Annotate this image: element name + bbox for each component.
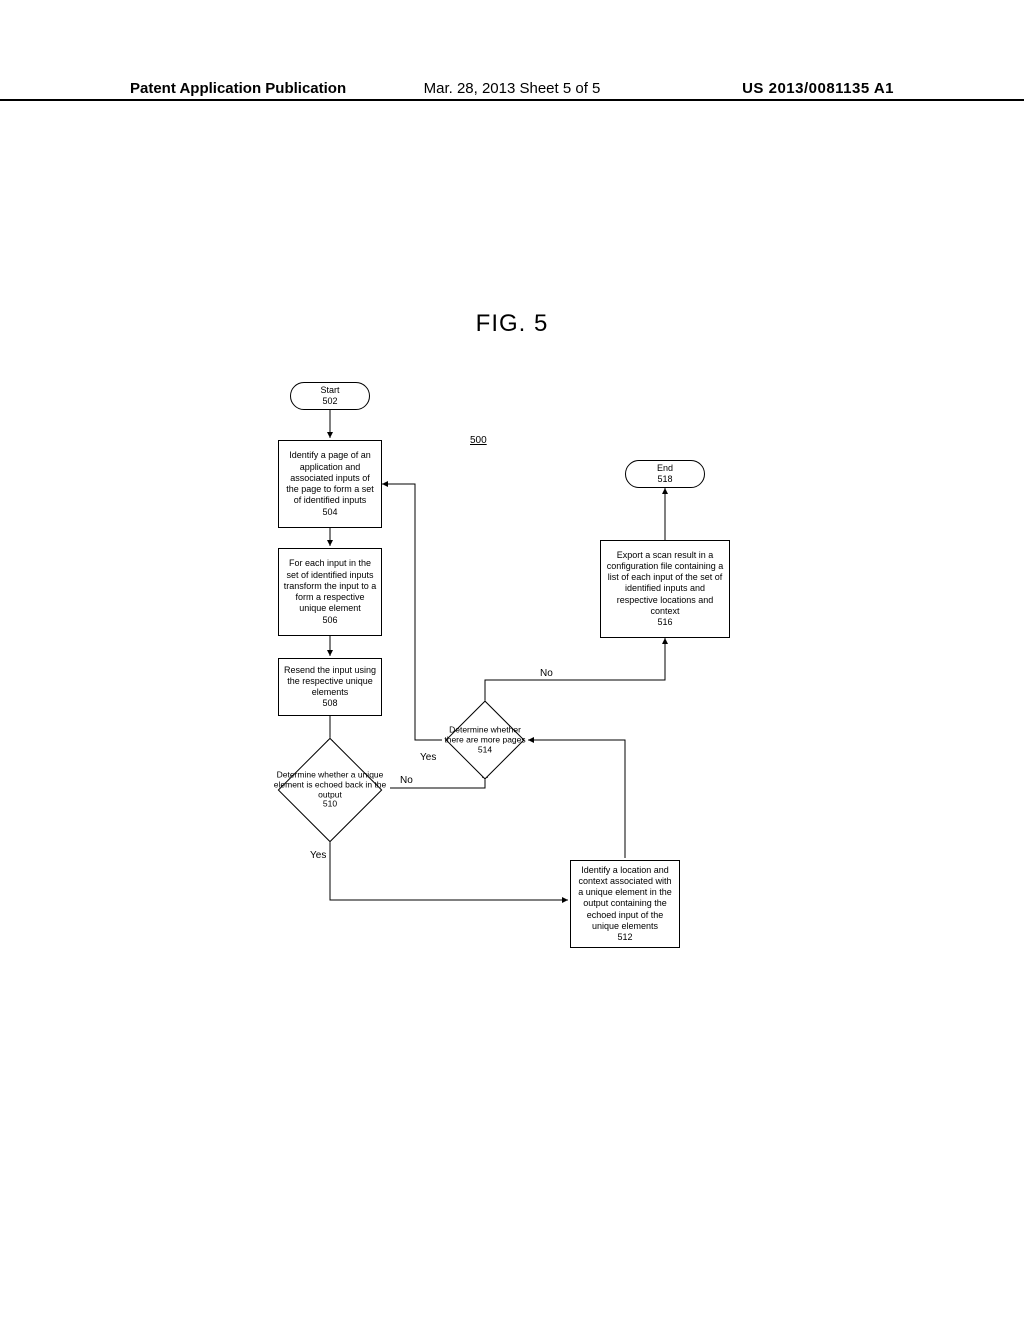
step-512-text: Identify a location and context associat… (575, 865, 675, 933)
flowchart-step-504: Identify a page of an application and as… (278, 440, 382, 528)
step-516-number: 516 (657, 617, 672, 628)
edge-label-514-yes: Yes (420, 752, 436, 763)
figure-reference-number: 500 (470, 435, 487, 446)
edge-label-510-yes: Yes (310, 850, 326, 861)
step-516-text: Export a scan result in a configuration … (605, 550, 725, 618)
step-504-text: Identify a page of an application and as… (283, 450, 377, 506)
flowchart-step-512: Identify a location and context associat… (570, 860, 680, 948)
end-number: 518 (657, 474, 672, 485)
edge-label-514-no: No (540, 668, 553, 679)
start-number: 502 (322, 396, 337, 407)
figure-title: FIG. 5 (0, 310, 1024, 338)
step-508-text: Resend the input using the respective un… (283, 665, 377, 699)
header-publication: Patent Application Publication (130, 80, 346, 97)
step-504-number: 504 (322, 507, 337, 518)
flowchart-end: End 518 (625, 460, 705, 488)
decision-510-number: 510 (323, 799, 337, 809)
edge-label-510-no: No (400, 775, 413, 786)
header-patent-number: US 2013/0081135 A1 (742, 80, 894, 97)
step-512-number: 512 (617, 932, 632, 943)
step-508-number: 508 (322, 698, 337, 709)
flowchart-decision-510: Determine whether a unique element is ec… (270, 748, 390, 832)
decision-514-number: 514 (478, 744, 492, 754)
flowchart-diagram: 500 Start 502 End 518 Identify a page of… (270, 380, 780, 970)
step-506-text: For each input in the set of identified … (283, 558, 377, 614)
decision-514-text: Determine whether there are more pages (444, 724, 525, 744)
flowchart-step-506: For each input in the set of identified … (278, 548, 382, 636)
start-label: Start (320, 385, 339, 396)
decision-510-text: Determine whether a unique element is ec… (274, 769, 386, 799)
flowchart-decision-514: Determine whether there are more pages 5… (442, 708, 528, 772)
flowchart-step-508: Resend the input using the respective un… (278, 658, 382, 716)
flowchart-start: Start 502 (290, 382, 370, 410)
header-sheet-info: Mar. 28, 2013 Sheet 5 of 5 (424, 80, 601, 97)
end-label: End (657, 463, 673, 474)
flowchart-step-516: Export a scan result in a configuration … (600, 540, 730, 638)
step-506-number: 506 (322, 615, 337, 626)
page-header: Patent Application Publication Mar. 28, … (0, 80, 1024, 104)
